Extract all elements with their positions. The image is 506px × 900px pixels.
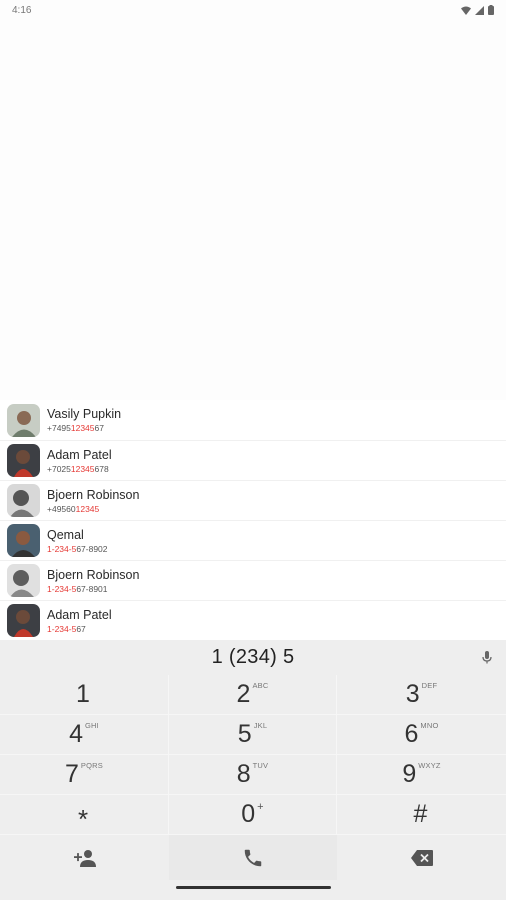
contact-suggestions-list: Vasily Pupkin +74951234567 Adam Patel +7… [0,400,506,640]
contact-avatar [7,564,40,597]
contact-number: +702512345678 [47,463,109,474]
contact-avatar [7,524,40,557]
number-display[interactable]: 1 (234) 5 [0,640,506,675]
key-0[interactable]: 0 + [169,795,337,835]
key-star[interactable]: * [0,795,169,835]
contact-number: 1-234-567 [47,623,86,634]
contact-number: 1-234-567-8902 [47,543,108,554]
key-7[interactable]: 7 PQRS [0,755,169,795]
key-8[interactable]: 8 TUV [169,755,337,795]
key-5[interactable]: 5 JKL [169,715,337,755]
call-icon [244,849,262,866]
backspace-button[interactable] [337,835,506,880]
contact-row[interactable]: Bjoern Robinson 1-234-567-8901 [0,560,506,600]
status-bar: 4:16 [0,0,506,20]
key-hash[interactable]: # [337,795,506,835]
contact-name: Adam Patel [47,607,112,622]
keypad: 1 2 ABC 3 DEF 4 GHI 5 JKL 6 MNO 7 PQRS 8 TUV 9W… [0,675,506,835]
dialpad-panel: 1 (234) 5 1 2 ABC 3 DEF 4 GHI 5 JKL 6 MNO 7 PQ… [0,640,506,900]
key-4[interactable]: 4 GHI [0,715,169,755]
contact-row[interactable]: Vasily Pupkin +74951234567 [0,400,506,440]
signal-icon [475,5,484,15]
dialed-number: 1 (234) 5 [211,646,295,668]
microphone-icon[interactable] [478,648,496,666]
dialer-actions [0,835,506,880]
contact-name: Bjoern Robinson [47,567,140,582]
contact-name: Vasily Pupkin [47,407,122,421]
call-button[interactable] [169,835,337,880]
contact-avatar [7,444,40,477]
contact-row[interactable]: Qemal 1-234-567-8902 [0,520,506,560]
key-1[interactable]: 1 [0,675,169,715]
contact-number: +4956012345 [47,503,100,514]
contact-name: Bjoern Robinson [47,487,140,502]
contact-row[interactable]: Bjoern Robinson +4956012345 [0,480,506,520]
backspace-icon [410,849,433,866]
battery-icon [488,5,494,15]
add-contact-button[interactable] [0,835,169,880]
contact-avatar [7,484,40,517]
add-contact-icon [73,849,96,867]
contact-number: 1-234-567-8901 [47,583,108,594]
status-icons [461,5,494,15]
contact-name: Adam Patel [47,447,112,462]
contact-row[interactable]: Adam Patel +702512345678 [0,440,506,480]
contact-row[interactable]: Adam Patel 1-234-567 [0,600,506,640]
wifi-icon [461,6,471,15]
status-time: 4:16 [12,4,32,16]
contact-name: Qemal [47,527,84,542]
contact-avatar [7,403,40,437]
key-3[interactable]: 3 DEF [337,675,506,715]
home-indicator[interactable] [176,886,331,889]
key-9[interactable]: 9 WXYZ [337,755,506,795]
key-2[interactable]: 2 ABC [169,675,337,715]
contact-avatar [7,604,40,637]
contact-number: +74951234567 [47,423,104,433]
key-6[interactable]: 6 MNO [337,715,506,755]
